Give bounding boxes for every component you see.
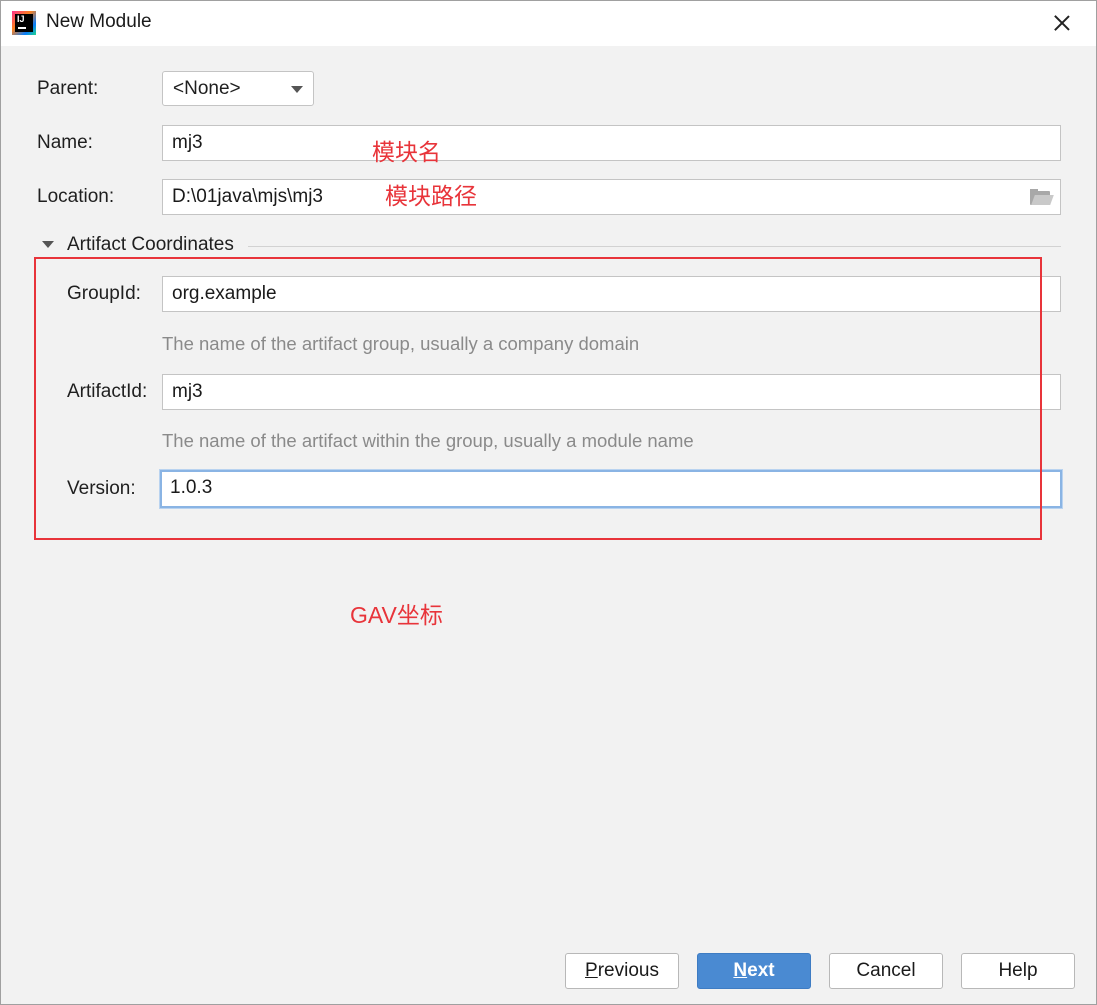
location-input-value: D:\01java\mjs\mj3 (172, 186, 323, 207)
parent-select-value: <None> (173, 78, 241, 99)
collapse-triangle-icon[interactable] (42, 241, 54, 248)
previous-label: revious (597, 960, 659, 981)
previous-mnemonic: P (585, 960, 598, 981)
title-bar: IJ New Module (0, 0, 1097, 46)
location-input[interactable]: D:\01java\mjs\mj3 (162, 179, 1061, 215)
annotation-module-name: 模块名 (372, 139, 441, 165)
parent-label: Parent: (37, 78, 99, 99)
next-mnemonic: N (733, 960, 748, 981)
annotation-module-path: 模块路径 (385, 183, 477, 209)
parent-select[interactable]: <None> (162, 71, 314, 106)
previous-button[interactable]: Previous (565, 953, 679, 989)
next-button[interactable]: Next (697, 953, 811, 989)
window-title: New Module (46, 11, 152, 32)
annotation-gav: GAV坐标 (350, 602, 443, 628)
name-label: Name: (37, 132, 93, 153)
artifact-coordinates-header[interactable]: Artifact Coordinates (67, 234, 234, 256)
folder-open-icon[interactable] (1030, 189, 1054, 205)
intellij-idea-icon: IJ (12, 11, 36, 35)
help-button[interactable]: Help (961, 953, 1075, 989)
gav-annotation-box (34, 257, 1042, 540)
next-label: ext (747, 960, 775, 981)
location-label: Location: (37, 186, 115, 207)
chevron-down-icon (291, 86, 303, 93)
name-input-value: mj3 (172, 132, 203, 153)
icon-letters: IJ (17, 14, 25, 24)
name-input[interactable]: mj3 (162, 125, 1061, 161)
cancel-button[interactable]: Cancel (829, 953, 943, 989)
section-divider (248, 246, 1061, 247)
close-icon[interactable] (1042, 4, 1082, 42)
